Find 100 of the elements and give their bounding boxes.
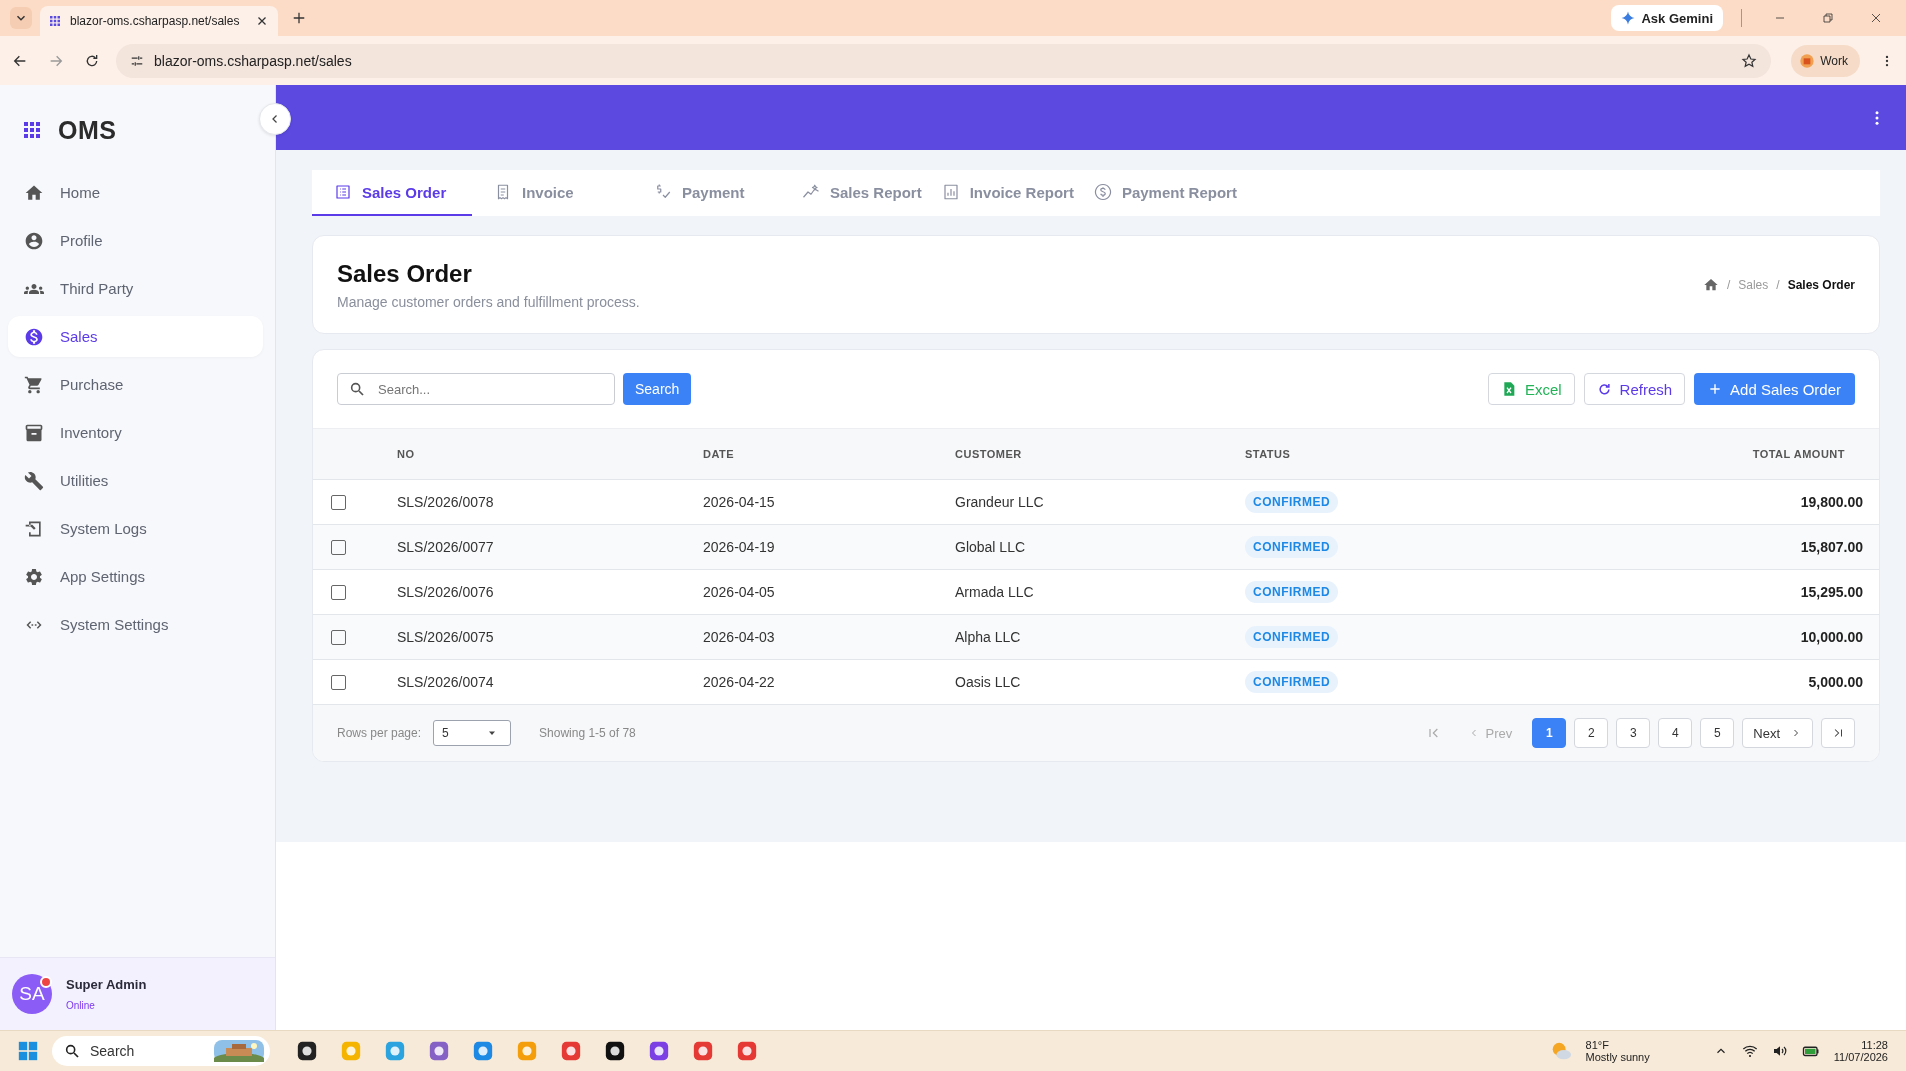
sidebar-item[interactable]: Inventory [8,412,263,453]
breadcrumb-separator: / [1726,277,1731,292]
grid-icon [24,122,40,138]
status-badge: CONFIRMED [1245,671,1339,693]
column-header: DATE [703,448,736,460]
table-cell-text: 2026-04-22 [703,674,776,690]
box-icon [24,422,44,443]
app-icon[interactable] [604,1040,626,1062]
close-icon[interactable] [256,15,268,27]
browser-tab[interactable]: blazor-oms.csharpasp.net/sales [40,6,278,36]
rows-per-page-select[interactable]: 5 [433,720,512,746]
collapse-button[interactable] [259,103,291,135]
status-dot [40,976,52,988]
sidebar-item[interactable]: Sales [8,316,263,357]
sidebar-item[interactable]: Utilities [8,460,263,501]
sidebar-item[interactable]: System Logs [8,508,263,549]
tab[interactable]: Invoice [472,170,632,216]
sidebar-item[interactable]: Home [8,172,263,213]
page-info: Showing 1-5 of 78 [539,726,636,740]
page-button[interactable]: 5 [1700,718,1735,748]
column-header: TOTAL AMOUNT [1751,448,1846,460]
windows-icon[interactable] [18,1041,38,1061]
restore-icon[interactable] [1822,12,1834,24]
page-button[interactable]: 2 [1574,718,1609,748]
search-button[interactable]: Search [623,373,692,405]
dollar-icon [1093,183,1112,201]
address-bar[interactable]: blazor-oms.csharpasp.net/sales [116,43,1772,78]
table-cell-text: 19,800.00 [1799,494,1863,510]
wrench-icon [24,470,44,491]
page-button[interactable]: 3 [1616,718,1651,748]
list-icon [334,183,352,201]
site-settings-icon[interactable] [130,53,144,68]
table-cell-text: Oasis LLC [955,674,1022,690]
row-checkbox[interactable] [331,629,346,645]
sidebar-item[interactable]: Purchase [8,364,263,405]
clock-date: 11/07/2026 [1833,1051,1888,1063]
gear-icon [24,566,44,587]
profile-button[interactable]: Work [1791,44,1860,77]
table-cell-text: Grandeur LLC [955,494,1045,510]
table-cell-text: 15,807.00 [1799,539,1863,555]
new-tab-icon[interactable] [292,11,306,25]
tab[interactable]: Payment [632,170,792,216]
table-cell-text: 2026-04-05 [703,584,776,600]
add-button[interactable]: Add Sales Order [1694,373,1855,405]
page-button[interactable]: 4 [1658,718,1693,748]
table-cell-text: 2026-04-03 [703,629,776,645]
table-cell-text: 15,295.00 [1799,584,1863,600]
close-icon[interactable] [1870,12,1882,24]
row-checkbox[interactable] [331,584,346,600]
refresh-button[interactable]: Refresh [1583,373,1686,405]
search-field[interactable]: Search... [337,373,615,405]
table-cell-text: 2026-04-19 [703,539,776,555]
plus-icon [1708,382,1723,396]
sidebar-item[interactable]: System Settings [8,604,263,645]
table-cell-text: SLS/2026/0077 [397,539,495,555]
page-button[interactable]: 1 [1532,718,1567,748]
ask-gemini-button[interactable]: Ask Gemini [1611,5,1723,31]
cart-icon [24,374,44,395]
tab-list-icon[interactable] [10,7,32,29]
status-badge: CONFIRMED [1245,581,1339,603]
breadcrumb-item[interactable]: Sales [1738,277,1769,292]
table-cell-text: 2026-04-15 [703,494,776,510]
page-title: Sales Order [337,259,473,288]
tab[interactable]: Invoice Report [931,170,1084,216]
last-page-button[interactable] [1821,718,1855,748]
table-cell-text: SLS/2026/0074 [397,674,495,690]
sidebar-item[interactable]: App Settings [8,556,263,597]
table-cell-text: SLS/2026/0075 [397,629,495,645]
tab[interactable]: Sales Order [312,170,472,216]
tab[interactable]: Payment Report [1083,170,1247,216]
dollar-icon [24,326,44,347]
column-header: NO [397,448,416,460]
breadcrumb-item: Sales Order [1787,277,1855,292]
table-cell-text: 5,000.00 [1807,674,1863,690]
profile-icon [1799,52,1816,69]
breadcrumb-separator: / [1776,277,1780,292]
star-icon[interactable] [1741,52,1758,69]
column-header: CUSTOMER [955,448,1023,460]
sidebar-item[interactable]: Profile [8,220,263,261]
wifi-icon[interactable] [1741,1043,1758,1059]
row-checkbox[interactable] [331,674,346,690]
payment-icon [654,183,672,201]
reload-icon[interactable] [84,52,100,69]
status-badge: CONFIRMED [1245,491,1339,513]
app-logo: OMS [58,115,117,145]
user-name: Super Admin [66,977,147,992]
tab[interactable]: Sales Report [792,170,932,216]
rows-per-page-label: Rows per page: [337,726,422,740]
refresh-icon [1596,381,1612,397]
sidebar-item[interactable]: Third Party [8,268,263,309]
row-checkbox[interactable] [331,494,346,510]
taskbar-search[interactable]: Search [52,1036,270,1066]
temperature: 81°F [1585,1039,1610,1051]
row-checkbox[interactable] [331,539,346,555]
home-icon[interactable] [1702,276,1719,293]
table-cell-text: Alpha LLC [955,629,1022,645]
search-icon [64,1043,80,1059]
next-button[interactable]: Next [1742,718,1813,748]
column-header: STATUS [1245,448,1292,460]
table-cell-text: SLS/2026/0076 [397,584,495,600]
